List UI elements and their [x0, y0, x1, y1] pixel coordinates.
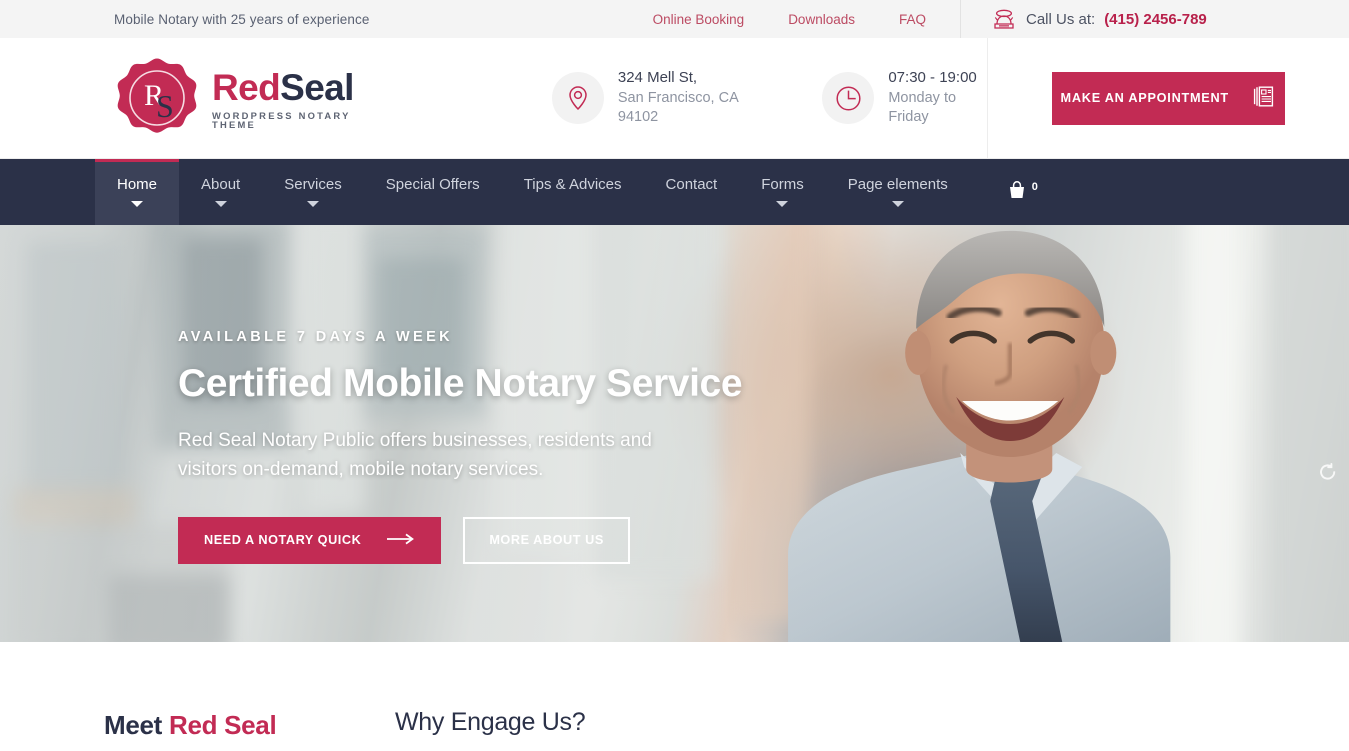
address-lines: 324 Mell St, San Francisco, CA 94102 — [618, 68, 764, 127]
meet-heading-plain: Meet — [104, 710, 169, 740]
nav-item-special-offers[interactable]: Special Offers — [364, 159, 502, 225]
more-about-us-button[interactable]: MORE ABOUT US — [463, 516, 630, 564]
make-appointment-button[interactable]: MAKE AN APPOINTMENT — [1051, 71, 1285, 125]
telephone-icon — [991, 8, 1017, 30]
document-list-icon — [1251, 84, 1276, 112]
why-engage-us-heading: Why Engage Us? — [395, 708, 586, 736]
downloads-link[interactable]: Downloads — [788, 12, 855, 27]
cart-count-badge: 0 — [1031, 180, 1038, 193]
logo-word-red: Red — [212, 66, 281, 108]
red-seal-badge-icon: R S — [114, 55, 200, 141]
hours-line2: Monday to Friday — [888, 89, 957, 126]
call-us-block[interactable]: Call Us at: (415) 2456-789 — [960, 0, 1349, 38]
site-logo[interactable]: R S RedSeal WORDPRESS NOTARY THEME — [114, 55, 380, 141]
nav-label-about: About — [201, 176, 241, 193]
nav-item-services[interactable]: Services — [262, 159, 364, 225]
hero-slider: AVAILABLE 7 DAYS A WEEK Certified Mobile… — [0, 225, 1349, 642]
logo-text: RedSeal WORDPRESS NOTARY THEME — [212, 67, 380, 130]
faq-link[interactable]: FAQ — [899, 12, 926, 27]
top-bar: Mobile Notary with 25 years of experienc… — [0, 0, 1349, 38]
address-line2: San Francisco, CA 94102 — [617, 89, 738, 126]
nav-label-forms: Forms — [761, 176, 804, 193]
nav-label-special-offers: Special Offers — [385, 176, 480, 193]
content-section: Meet Red Seal Why Engage Us? SOCIETY OF — [0, 642, 1349, 748]
tagline-text: Mobile Notary with 25 years of experienc… — [114, 11, 370, 27]
nav-item-forms[interactable]: Forms — [739, 159, 826, 225]
logo-title: RedSeal — [212, 67, 354, 108]
hero-buttons: NEED A NOTARY QUICK MORE ABOUT US — [178, 516, 742, 564]
nav-item-page-elements[interactable]: Page elements — [826, 159, 970, 225]
phone-number[interactable]: (415) 2456-789 — [1104, 11, 1207, 28]
meet-red-seal-heading: Meet Red Seal — [104, 710, 277, 741]
logo-tagline: WORDPRESS NOTARY THEME — [212, 109, 351, 130]
meet-heading-accent: Red Seal — [168, 710, 277, 740]
need-a-notary-quick-button[interactable]: NEED A NOTARY QUICK — [178, 516, 442, 564]
rotate-refresh-icon[interactable] — [1318, 463, 1338, 488]
nav-label-page-elements: Page elements — [847, 176, 948, 193]
header-info-blocks: 324 Mell St, San Francisco, CA 94102 07:… — [551, 68, 987, 127]
chevron-down-icon — [306, 201, 319, 207]
hero-subtitle: Red Seal Notary Public offers businesses… — [178, 430, 652, 480]
hero-title: Certified Mobile Notary Service — [178, 362, 743, 405]
chevron-down-icon — [776, 201, 789, 207]
chevron-down-icon — [131, 201, 143, 207]
top-bar-links: Online Booking Downloads FAQ — [653, 12, 960, 27]
call-us-label: Call Us at: — [1026, 10, 1096, 28]
nav-label-contact: Contact — [665, 176, 718, 193]
online-booking-link[interactable]: Online Booking — [653, 12, 745, 27]
hours-block: 07:30 - 19:00 Monday to Friday — [822, 68, 986, 127]
site-header: R S RedSeal WORDPRESS NOTARY THEME 324 M… — [0, 37, 1349, 159]
hero-content: AVAILABLE 7 DAYS A WEEK Certified Mobile… — [178, 329, 743, 564]
nav-item-contact[interactable]: Contact — [644, 159, 740, 225]
more-about-us-label: MORE ABOUT US — [489, 533, 604, 548]
nav-item-tips-advices[interactable]: Tips & Advices — [502, 159, 644, 225]
arrow-right-icon — [387, 533, 415, 548]
cart-button[interactable]: 0 — [986, 179, 1058, 206]
make-appointment-label: MAKE AN APPOINTMENT — [1060, 91, 1229, 105]
svg-text:S: S — [156, 88, 174, 124]
nav-label-services: Services — [284, 176, 342, 193]
address-block: 324 Mell St, San Francisco, CA 94102 — [551, 68, 764, 127]
nav-item-home[interactable]: Home — [95, 159, 180, 225]
address-line1: 324 Mell St, — [617, 69, 698, 87]
nav-label-home: Home — [117, 176, 158, 193]
hours-lines: 07:30 - 19:00 Monday to Friday — [888, 68, 986, 127]
map-pin-icon — [551, 72, 604, 124]
appointment-area: MAKE AN APPOINTMENT — [986, 37, 1349, 159]
chevron-down-icon — [214, 201, 227, 207]
hero-kicker: AVAILABLE 7 DAYS A WEEK — [178, 329, 454, 345]
main-navigation: Home About Services Special Offers Tips … — [0, 159, 1349, 225]
nav-label-tips-advices: Tips & Advices — [523, 176, 622, 193]
logo-word-seal: Seal — [280, 66, 354, 108]
hours-line1: 07:30 - 19:00 — [888, 69, 977, 87]
chevron-down-icon — [891, 201, 904, 207]
need-a-notary-quick-label: NEED A NOTARY QUICK — [204, 533, 362, 548]
nav-item-about[interactable]: About — [179, 159, 262, 225]
clock-icon — [822, 72, 875, 124]
shopping-bag-icon — [1006, 179, 1028, 206]
